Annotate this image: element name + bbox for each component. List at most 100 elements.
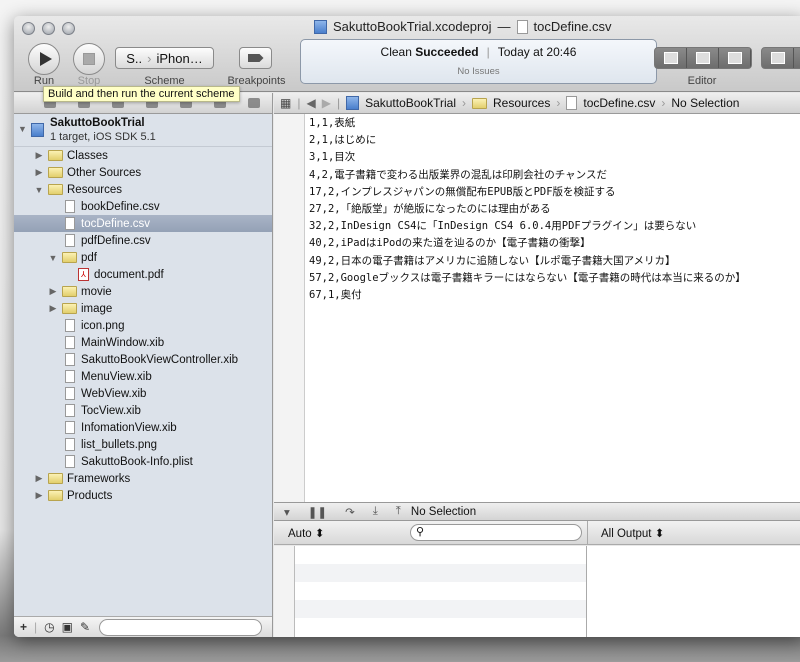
debug-bar: ▾ ❚❚ ↷ ⤓ ⤒ No Selection bbox=[274, 502, 800, 521]
tree-item[interactable]: bookDefine.csv bbox=[14, 198, 272, 215]
tree-item-label: pdf bbox=[81, 251, 97, 264]
breadcrumb-file[interactable]: tocDefine.csv bbox=[583, 96, 655, 110]
tree-item-label: Resources bbox=[67, 183, 122, 196]
tree-item[interactable]: ▼ Resources bbox=[14, 181, 272, 198]
tree-item[interactable]: ▶ Classes bbox=[14, 147, 272, 164]
debug-selection: No Selection bbox=[410, 505, 477, 518]
output-scope-popup[interactable]: All Output ⬍ bbox=[601, 526, 664, 540]
code-line: 49,2,日本の電子書籍はアメリカに追随しない【ルポ電子書籍大国アメリカ】 bbox=[309, 254, 676, 267]
breadcrumb-project[interactable]: SakuttoBookTrial bbox=[365, 96, 456, 110]
editor-label: Editor bbox=[687, 75, 717, 87]
tree-item[interactable]: list_bullets.png bbox=[14, 436, 272, 453]
code-text[interactable]: 1,1,表紙 2,1,はじめに 3,1,目次 4,2,電子書籍で変わる出版業界の混乱は… bbox=[309, 115, 746, 304]
scheme-target: S.. bbox=[126, 50, 143, 66]
view-segmented-control[interactable] bbox=[761, 47, 800, 69]
tree-item[interactable]: pdfDefine.csv bbox=[14, 232, 272, 249]
tree-item-label: SakuttoBook-Info.plist bbox=[81, 455, 193, 468]
disclosure-expanded-icon[interactable]: ▼ bbox=[18, 124, 27, 134]
project-icon bbox=[31, 123, 44, 137]
project-navigator: ▼ SakuttoBookTrial 1 target, iOS SDK 5.1… bbox=[14, 93, 273, 637]
filter-input[interactable] bbox=[99, 618, 263, 636]
project-root-row[interactable]: ▼ SakuttoBookTrial 1 target, iOS SDK 5.1 bbox=[14, 115, 272, 147]
tree-item[interactable]: MenuView.xib bbox=[14, 368, 272, 385]
build-status-prefix: Clean bbox=[380, 45, 416, 59]
tree-item[interactable]: ▶ Products bbox=[14, 487, 272, 504]
disclosure-collapsed-icon[interactable]: ▶ bbox=[48, 286, 58, 297]
breakpoints-button[interactable] bbox=[239, 47, 272, 69]
variables-search-input[interactable]: ⚲ bbox=[410, 524, 582, 541]
forward-arrow-icon[interactable]: ▶ bbox=[322, 96, 331, 110]
tree-item[interactable]: tocDefine.csv bbox=[14, 215, 272, 232]
tree-item[interactable]: ▶ Frameworks bbox=[14, 470, 272, 487]
scheme-selector[interactable]: S.. › iPhon… bbox=[115, 47, 214, 69]
disclosure-expanded-icon[interactable]: ▼ bbox=[34, 185, 44, 195]
related-items-icon[interactable]: ▦ bbox=[280, 96, 291, 110]
tree-item[interactable]: ⅄ document.pdf bbox=[14, 266, 272, 283]
breadcrumb-group[interactable]: Resources bbox=[493, 96, 550, 110]
editor-segmented-control[interactable] bbox=[654, 47, 752, 69]
tree-item[interactable]: ▶ movie bbox=[14, 283, 272, 300]
tree-item[interactable]: SakuttoBookViewController.xib bbox=[14, 351, 272, 368]
folder-icon bbox=[48, 150, 63, 161]
disclosure-collapsed-icon[interactable]: ▶ bbox=[34, 167, 44, 178]
disclosure-expanded-icon[interactable]: ▼ bbox=[48, 253, 58, 263]
zoom-button[interactable] bbox=[62, 22, 75, 35]
variables-view[interactable] bbox=[274, 546, 587, 637]
view-label: V bbox=[794, 75, 800, 87]
disclosure-collapsed-icon[interactable]: ▶ bbox=[34, 473, 44, 484]
minimize-button[interactable] bbox=[42, 22, 55, 35]
close-button[interactable] bbox=[22, 22, 35, 35]
clock-icon[interactable]: ◷ bbox=[44, 620, 54, 634]
log-navigator-icon[interactable] bbox=[248, 98, 260, 108]
file-icon bbox=[65, 370, 75, 383]
standard-editor-icon[interactable] bbox=[655, 48, 687, 68]
tree-item[interactable]: ▶ Other Sources bbox=[14, 164, 272, 181]
folder-icon bbox=[62, 286, 77, 297]
hide-debug-area-icon[interactable]: ▾ bbox=[284, 505, 290, 519]
code-line: 4,2,電子書籍で変わる出版業界の混乱は印刷会社のチャンスだ bbox=[309, 168, 607, 181]
file-icon bbox=[65, 336, 75, 349]
tree-item[interactable]: MainWindow.xib bbox=[14, 334, 272, 351]
navigator-footer: + | ◷ ▣ ✎ bbox=[14, 616, 272, 637]
project-icon bbox=[346, 96, 360, 110]
debug-area bbox=[274, 546, 800, 637]
navigator-toggle-icon[interactable] bbox=[762, 48, 794, 68]
code-line: 40,2,iPadはiPodの来た道を辿るのか【電子書籍の衝撃】 bbox=[309, 237, 591, 250]
disclosure-collapsed-icon[interactable]: ▶ bbox=[48, 303, 58, 314]
tree-item-label: Other Sources bbox=[67, 166, 142, 179]
stop-button[interactable] bbox=[73, 43, 105, 75]
assistant-editor-icon[interactable] bbox=[687, 48, 719, 68]
version-editor-icon[interactable] bbox=[719, 48, 751, 68]
tree-item[interactable]: ▶ image bbox=[14, 300, 272, 317]
disclosure-collapsed-icon[interactable]: ▶ bbox=[34, 490, 44, 501]
disclosure-collapsed-icon[interactable]: ▶ bbox=[34, 150, 44, 161]
tree-item[interactable]: icon.png bbox=[14, 317, 272, 334]
tree-item[interactable]: TocView.xib bbox=[14, 402, 272, 419]
tree-item[interactable]: WebView.xib bbox=[14, 385, 272, 402]
file-icon bbox=[65, 353, 75, 366]
project-subtitle: 1 target, iOS SDK 5.1 bbox=[50, 131, 156, 143]
tree-item-label: WebView.xib bbox=[81, 387, 147, 400]
code-line: 3,1,目次 bbox=[309, 151, 356, 164]
step-over-icon[interactable]: ↷ bbox=[345, 505, 355, 519]
add-button[interactable]: + bbox=[20, 620, 27, 634]
pause-icon[interactable]: ❚❚ bbox=[308, 505, 327, 519]
step-into-icon[interactable]: ⤓ bbox=[373, 505, 378, 518]
tree-item[interactable]: SakuttoBook-Info.plist bbox=[14, 453, 272, 470]
xcode-window: SakuttoBookTrial.xcodeproj — tocDefine.c… bbox=[14, 16, 800, 637]
tree-item-label: pdfDefine.csv bbox=[81, 234, 151, 247]
tree-item[interactable]: InfomationView.xib bbox=[14, 419, 272, 436]
code-line: 27,2,「絶版堂」が絶版になったのには理由がある bbox=[309, 203, 551, 216]
file-icon bbox=[65, 200, 75, 213]
line-gutter bbox=[274, 114, 305, 502]
variables-scope-popup[interactable]: Auto ⬍ bbox=[288, 526, 325, 540]
run-button[interactable] bbox=[28, 43, 60, 75]
console-output[interactable] bbox=[588, 546, 800, 637]
back-arrow-icon[interactable]: ◀ bbox=[306, 96, 315, 110]
edit-icon[interactable]: ✎ bbox=[80, 620, 90, 634]
tree-item-label: tocDefine.csv bbox=[81, 217, 151, 230]
scm-icon[interactable]: ▣ bbox=[62, 620, 73, 634]
step-out-icon[interactable]: ⤒ bbox=[396, 505, 401, 518]
breadcrumb-selection[interactable]: No Selection bbox=[671, 96, 739, 110]
tree-item[interactable]: ▼ pdf bbox=[14, 249, 272, 266]
